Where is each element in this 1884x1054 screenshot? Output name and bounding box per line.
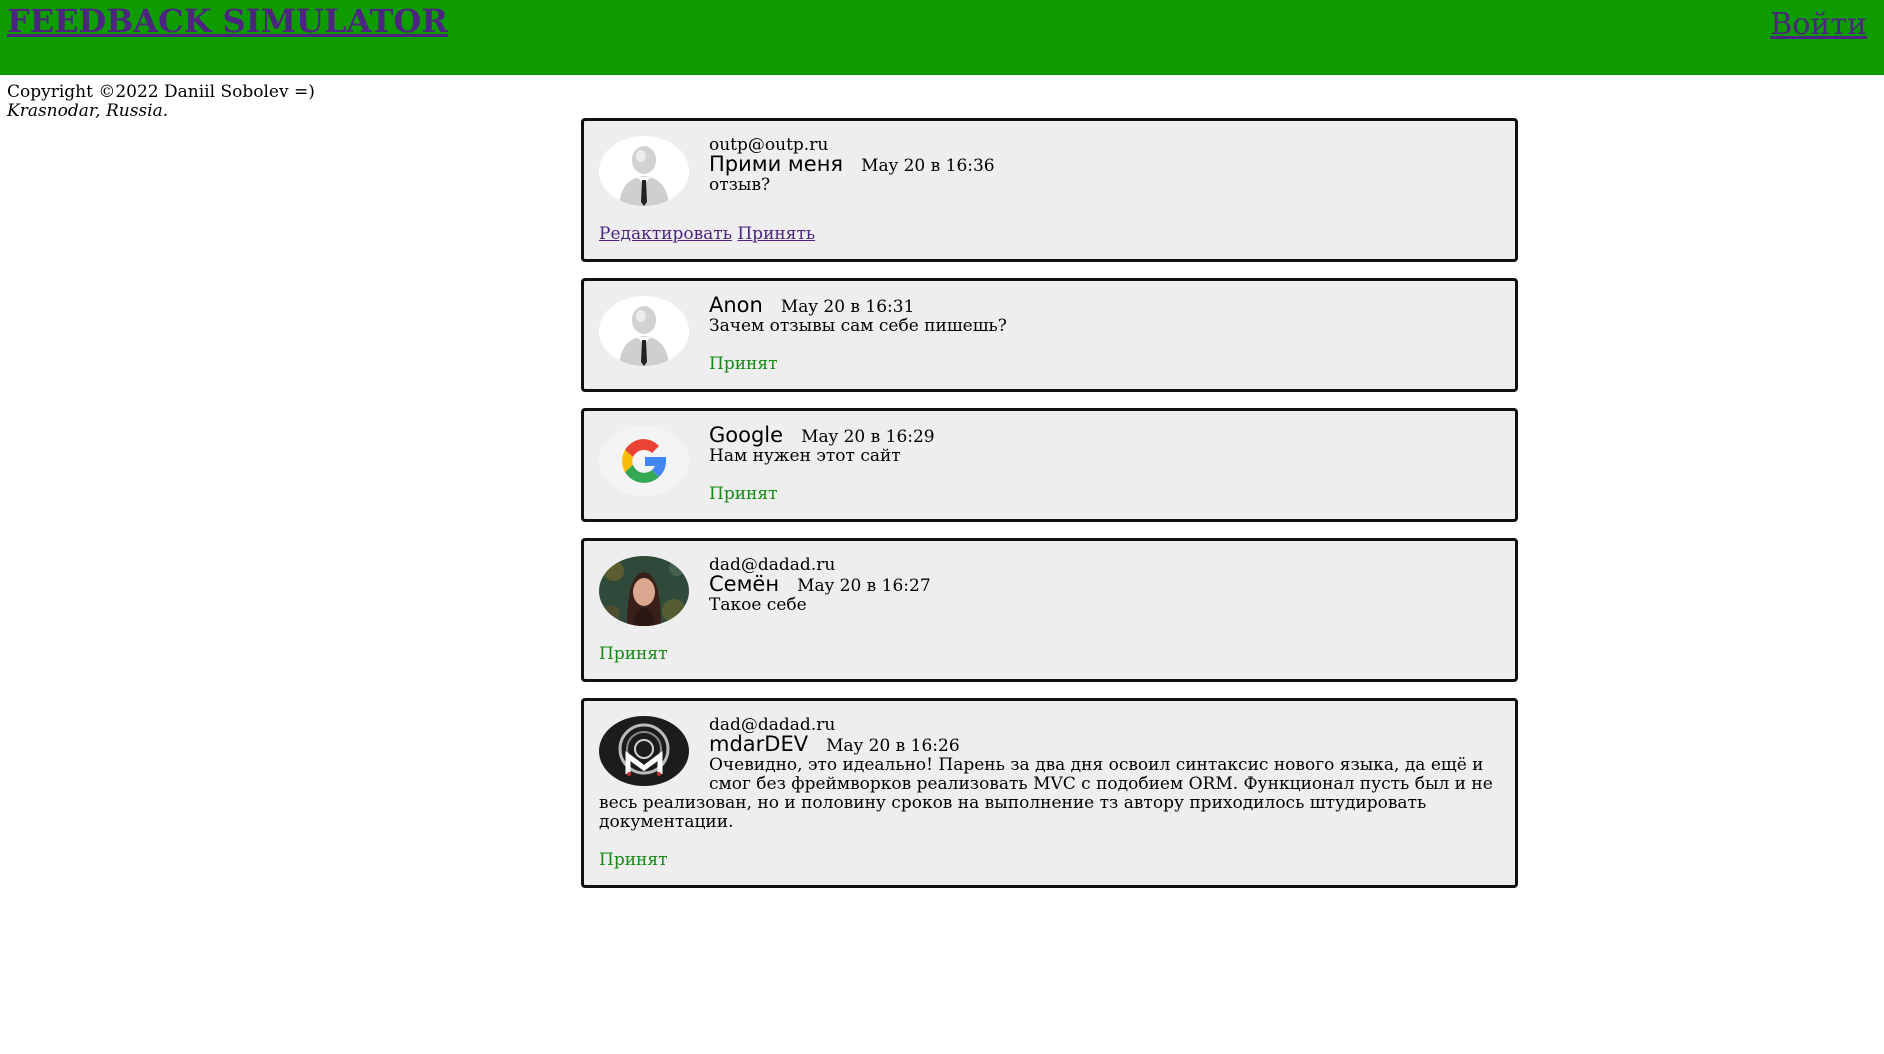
post-date: May 20 в 16:31 [780, 297, 915, 317]
card-actions: Принят [599, 832, 1500, 870]
feedback-list: outp@outp.ru Прими меня May 20 в 16:36 от… [581, 118, 1518, 904]
default-user-avatar-icon [599, 296, 689, 366]
copyright-text: Copyright ©2022 Daniil Sobolev =) [7, 82, 315, 102]
card-actions: Принят [599, 626, 1500, 664]
author-name: Семён [709, 572, 780, 596]
feedback-text: Такое себе [709, 595, 807, 615]
author-name: Anon [709, 293, 763, 317]
feedback-card: Anon May 20 в 16:31 Зачем отзывы сам себе… [581, 278, 1518, 392]
copyright-block: Copyright ©2022 Daniil Sobolev =) Krasno… [7, 83, 315, 121]
feedback-card: outp@outp.ru Прими меня May 20 в 16:36 от… [581, 118, 1518, 262]
accepted-status: Принят [599, 850, 668, 870]
accepted-status: Принят [709, 484, 778, 504]
post-date: May 20 в 16:26 [826, 736, 960, 756]
m-logo-avatar-icon [599, 716, 689, 786]
card-actions: Принят [709, 336, 1500, 374]
feedback-text: Нам нужен этот сайт [709, 446, 901, 466]
feedback-text: Зачем отзывы сам себе пишешь? [709, 316, 1007, 336]
card-actions: Редактировать Принять [599, 206, 1500, 244]
author-name: Google [709, 423, 784, 447]
author-name: Прими меня [709, 152, 844, 176]
site-header: FEEDBACK SIMULATOR Войти [0, 0, 1884, 75]
post-date: May 20 в 16:27 [797, 576, 931, 596]
site-title-link[interactable]: FEEDBACK SIMULATOR [7, 2, 448, 40]
feedback-text: Очевидно, это идеально! Парень за два дн… [599, 755, 1493, 832]
author-name: mdarDEV [709, 732, 809, 756]
card-actions: Принят [709, 466, 1500, 504]
post-date: May 20 в 16:36 [861, 156, 995, 176]
google-logo-avatar-icon [599, 426, 689, 496]
feedback-card: dad@dadad.ru Семён May 20 в 16:27 Такое с… [581, 538, 1518, 682]
portrait-avatar-icon [599, 556, 689, 626]
feedback-text: отзыв? [709, 175, 771, 195]
accepted-status: Принят [709, 354, 778, 374]
post-date: May 20 в 16:29 [801, 427, 935, 447]
location-text: Krasnodar, Russia. [7, 101, 169, 121]
default-user-avatar-icon [599, 136, 689, 206]
edit-link[interactable]: Редактировать [599, 224, 732, 244]
accept-link[interactable]: Принять [737, 224, 815, 244]
login-link[interactable]: Войти [1770, 7, 1867, 42]
feedback-card: dad@dadad.ru mdarDEV May 20 в 16:26 Очеви… [581, 698, 1518, 888]
accepted-status: Принят [599, 644, 668, 664]
feedback-card: Google May 20 в 16:29 Нам нужен этот сайт… [581, 408, 1518, 522]
